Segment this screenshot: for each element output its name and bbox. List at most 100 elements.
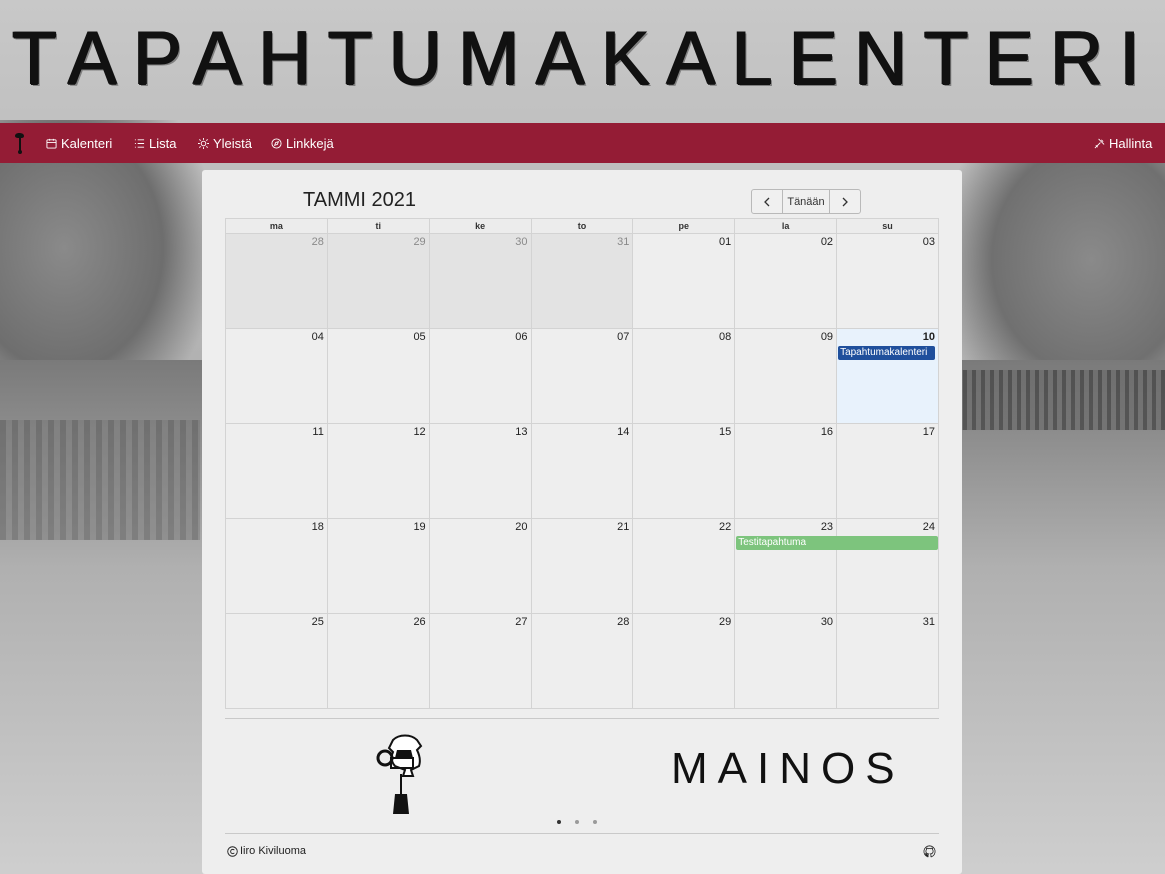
- day-number: 23: [820, 521, 834, 533]
- week-row: 11 12 13 14 15 16 17: [225, 423, 939, 519]
- nav-general[interactable]: Yleistä: [198, 123, 252, 163]
- day-cell[interactable]: 07: [530, 328, 634, 424]
- day-cell[interactable]: 18: [225, 518, 328, 614]
- tools-icon: [1094, 138, 1105, 148]
- day-cell[interactable]: 30: [734, 613, 838, 709]
- prev-month-button[interactable]: [752, 190, 783, 213]
- day-cell[interactable]: 30: [428, 233, 532, 329]
- day-number: 30: [515, 236, 528, 248]
- site-title: TAPAHTUMAKALENTERI: [12, 16, 1157, 101]
- day-cell[interactable]: 15: [632, 423, 736, 519]
- day-number: 24: [922, 521, 935, 533]
- day-cell[interactable]: 16: [734, 423, 838, 519]
- github-icon[interactable]: [923, 845, 936, 858]
- day-cell[interactable]: 11: [225, 423, 328, 519]
- day-number: 31: [922, 616, 935, 628]
- chevron-right-icon: [842, 197, 848, 206]
- compass-icon: [271, 137, 282, 149]
- day-number: 28: [617, 616, 630, 628]
- copyright-icon: [227, 845, 238, 857]
- month-grid: ma ti ke to pe la su 28 29 30 31 01 02 0…: [225, 218, 939, 709]
- day-cell[interactable]: 31: [836, 613, 939, 709]
- weekday-header: to: [530, 218, 634, 234]
- sun-icon: [198, 137, 209, 149]
- day-cell-today[interactable]: 10 Tapahtumakalenteri: [836, 328, 939, 424]
- divider: [225, 833, 939, 834]
- day-cell[interactable]: 28: [530, 613, 634, 709]
- day-cell[interactable]: 17: [836, 423, 939, 519]
- chevron-left-icon: [764, 197, 770, 206]
- day-cell[interactable]: 08: [632, 328, 736, 424]
- day-cell[interactable]: 05: [326, 328, 430, 424]
- day-number: 26: [413, 616, 426, 628]
- day-number: 31: [617, 236, 630, 248]
- day-cell[interactable]: 09: [734, 328, 838, 424]
- day-cell[interactable]: 23 Testitapahtuma: [734, 518, 939, 614]
- weekday-header: ti: [326, 218, 430, 234]
- day-number: 25: [311, 616, 324, 628]
- day-number: 04: [311, 331, 324, 343]
- day-cell[interactable]: 03: [836, 233, 939, 329]
- day-cell[interactable]: 29: [632, 613, 736, 709]
- day-cell[interactable]: 27: [428, 613, 532, 709]
- day-cell[interactable]: 14: [530, 423, 634, 519]
- day-cell[interactable]: 25: [225, 613, 328, 709]
- day-number: 21: [617, 521, 630, 533]
- day-number: 17: [922, 426, 935, 438]
- ad-carousel[interactable]: MAINOS: [225, 726, 939, 822]
- nav-admin[interactable]: Hallinta: [1094, 123, 1152, 163]
- day-cell[interactable]: 24: [836, 518, 939, 614]
- day-cell[interactable]: 01: [632, 233, 736, 329]
- weekday-header: pe: [632, 218, 736, 234]
- calendar-title: TAMMI 2021: [303, 189, 416, 211]
- day-number: 29: [718, 616, 732, 628]
- weekday-header: ma: [225, 218, 328, 234]
- day-cell[interactable]: 22: [632, 518, 736, 614]
- day-cell[interactable]: 26: [326, 613, 430, 709]
- day-number: 18: [311, 521, 324, 533]
- calendar-icon: [46, 138, 57, 149]
- nav-list[interactable]: Lista: [134, 123, 176, 163]
- day-cell[interactable]: 28: [225, 233, 328, 329]
- event-tapahtumakalenteri[interactable]: Tapahtumakalenteri: [838, 346, 936, 360]
- week-row: 28 29 30 31 01 02 03: [225, 233, 939, 329]
- day-number: 12: [413, 426, 426, 438]
- day-number: 20: [515, 521, 528, 533]
- day-number: 03: [922, 236, 935, 248]
- day-cell[interactable]: 31: [530, 233, 634, 329]
- day-number: 02: [820, 236, 834, 248]
- weekday-header: la: [734, 218, 838, 234]
- day-number: 07: [617, 331, 630, 343]
- day-cell[interactable]: 06: [428, 328, 532, 424]
- carousel-indicators: [557, 820, 597, 824]
- day-number: 27: [515, 616, 528, 628]
- next-month-button[interactable]: [830, 190, 860, 213]
- day-cell[interactable]: 29: [326, 233, 430, 329]
- divider: [225, 718, 939, 719]
- list-icon: [134, 138, 145, 148]
- day-cell[interactable]: 02: [734, 233, 838, 329]
- nav-calendar-label: Kalenteri: [61, 135, 113, 151]
- day-cell[interactable]: 04: [225, 328, 328, 424]
- nav-links[interactable]: Linkkejä: [271, 123, 334, 163]
- day-number: 10: [922, 331, 935, 343]
- day-cell[interactable]: 20: [428, 518, 532, 614]
- nav-calendar[interactable]: Kalenteri: [46, 123, 112, 163]
- footer-author: Iiro Kiviluoma: [240, 845, 307, 857]
- carousel-dot[interactable]: [593, 820, 597, 824]
- carousel-dot[interactable]: [557, 820, 561, 824]
- carousel-dot[interactable]: [575, 820, 579, 824]
- day-number: 29: [413, 236, 426, 248]
- logo-icon[interactable]: [10, 131, 30, 155]
- footer: Iiro Kiviluoma: [227, 845, 306, 857]
- day-cell[interactable]: 21: [530, 518, 634, 614]
- day-number: 05: [413, 331, 426, 343]
- weekday-header-row: ma ti ke to pe la su: [225, 218, 939, 234]
- today-button[interactable]: Tänään: [783, 190, 830, 213]
- day-number: 19: [413, 521, 426, 533]
- day-cell[interactable]: 19: [326, 518, 430, 614]
- day-cell[interactable]: 12: [326, 423, 430, 519]
- week-row: 04 05 06 07 08 09 10 Tapahtumakalenteri: [225, 328, 939, 424]
- day-cell[interactable]: 13: [428, 423, 532, 519]
- day-number: 16: [820, 426, 834, 438]
